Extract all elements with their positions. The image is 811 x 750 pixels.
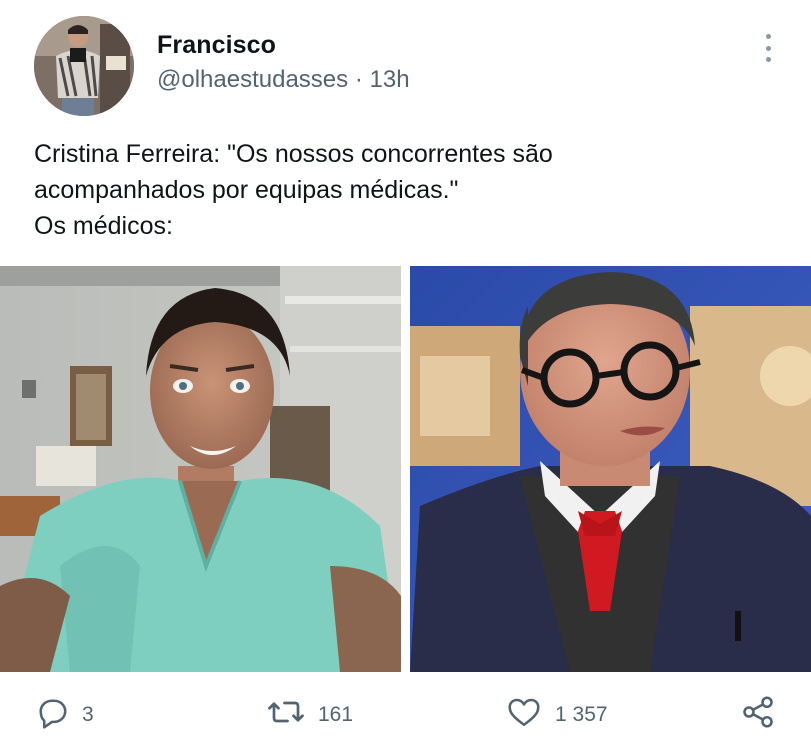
share-button[interactable] (740, 694, 776, 735)
tweet-line: acompanhados por equipas médicas." (34, 176, 459, 204)
photo-man-with-glasses-red-tie (410, 266, 811, 672)
tweet-actions: 3 161 1 357 (0, 694, 811, 744)
tweet-text: Cristina Ferreira: "Os nossos concorrent… (34, 136, 794, 244)
media-image-left[interactable] (0, 266, 401, 672)
heart-icon (505, 694, 543, 735)
tweet-time[interactable]: 13h (370, 66, 410, 93)
author-meta: @olhaestudasses · 13h (157, 66, 410, 94)
more-dot-icon (765, 57, 771, 62)
tweet-line: Os médicos: (34, 212, 173, 240)
reply-count: 3 (82, 702, 94, 726)
tweet-line: Cristina Ferreira: "Os nossos concorrent… (34, 140, 553, 168)
meta-separator: · (354, 66, 363, 93)
more-dot-icon (765, 45, 771, 51)
like-button[interactable]: 1 357 (505, 694, 608, 735)
avatar-photo (34, 16, 134, 116)
reply-button[interactable]: 3 (34, 694, 94, 735)
media-image-right[interactable] (410, 266, 811, 672)
author-handle[interactable]: @olhaestudasses (157, 66, 348, 93)
retweet-button[interactable]: 161 (266, 694, 353, 735)
photo-man-in-scrubs-selfie (0, 266, 401, 672)
more-options-button[interactable] (760, 34, 776, 62)
author-name[interactable]: Francisco (157, 31, 276, 60)
retweet-icon (266, 694, 306, 735)
reply-icon (34, 694, 70, 735)
avatar[interactable] (34, 16, 134, 116)
more-dot-icon (765, 34, 771, 39)
share-icon (740, 694, 776, 735)
retweet-count: 161 (318, 702, 354, 726)
like-count: 1 357 (555, 702, 608, 726)
